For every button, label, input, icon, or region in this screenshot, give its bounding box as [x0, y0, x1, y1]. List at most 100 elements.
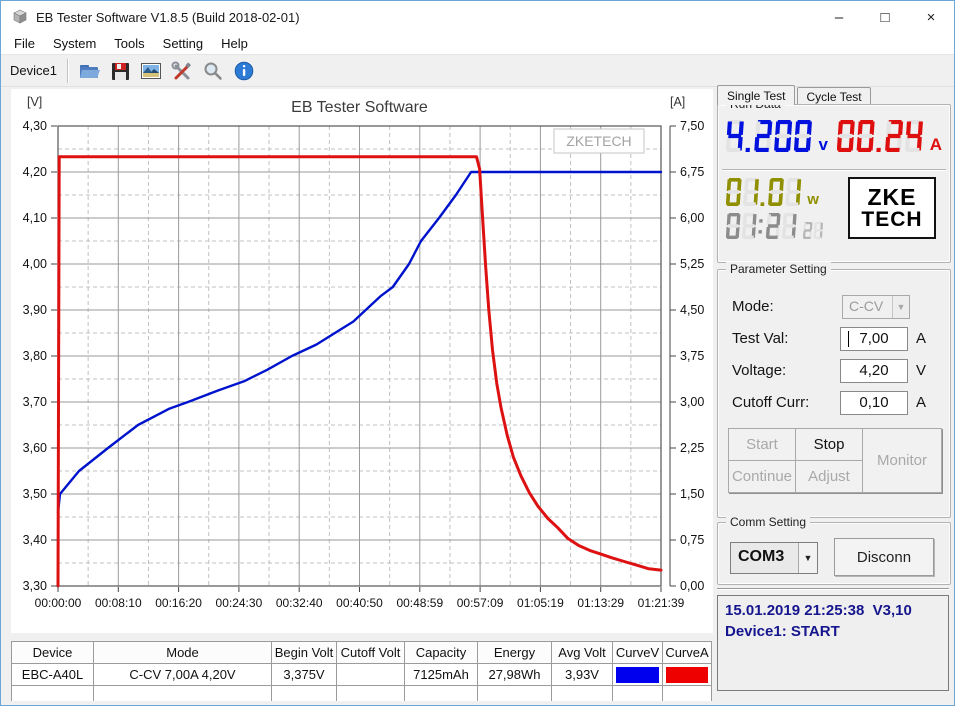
menu-item-help[interactable]: Help [212, 35, 257, 52]
column-header: Begin Volt [271, 641, 337, 664]
current-display: A [837, 120, 942, 153]
zketech-logo-line1: ZKE [867, 184, 917, 210]
svg-text:3,00: 3,00 [680, 395, 704, 409]
table-cell [662, 685, 712, 701]
control-buttons: Start Stop Continue Adjust Monitor [728, 428, 942, 493]
zketech-logo: ZKE TECH [848, 177, 936, 239]
comm-setting-group: Comm Setting COM3 ▼ Disconn [717, 515, 951, 585]
chart: ZKETECH 4,30 4,20 4,10 4,00 3,90 3,80 3,70 3,60 3… [23, 95, 705, 610]
menu-item-tools[interactable]: Tools [105, 35, 153, 52]
table-cell [336, 685, 405, 701]
table-cell [551, 685, 613, 701]
cutoff-curr-input[interactable]: 0,10 [840, 391, 908, 415]
test-val-label: Test Val: [732, 330, 789, 347]
table-cell [662, 663, 712, 686]
test-val-input[interactable]: 7,00 [840, 327, 908, 351]
svg-text:3,80: 3,80 [23, 349, 47, 363]
svg-text:00:40:50: 00:40:50 [336, 596, 383, 610]
svg-text:[V]: [V] [27, 95, 42, 109]
menu-bar: File System Tools Setting Help [1, 33, 954, 54]
table-cell: 27,98Wh [477, 663, 552, 686]
table-row[interactable]: EBC-A40L C-CV 7,00A 4,20V 3,375V 7125mAh 27,… [11, 663, 712, 686]
mode-value: C-CV [849, 298, 884, 314]
voltage-input[interactable]: 4,20 [840, 359, 908, 383]
svg-text:01:13:29: 01:13:29 [577, 596, 624, 610]
table-cell [612, 685, 663, 701]
menu-item-setting[interactable]: Setting [154, 35, 212, 52]
svg-text:01:21:39: 01:21:39 [638, 596, 685, 610]
svg-text:6,75: 6,75 [680, 165, 704, 179]
close-button[interactable]: × [908, 1, 954, 33]
table-cell [612, 663, 663, 686]
column-header: Energy [477, 641, 552, 664]
svg-text:4,20: 4,20 [23, 165, 47, 179]
table-header-row: Device Mode Begin Volt Cutoff Volt Capacity E… [11, 641, 712, 664]
minimize-button[interactable]: – [816, 1, 862, 33]
voltage-value: 4,20 [859, 362, 889, 379]
table-cell [404, 685, 478, 701]
column-header: Mode [93, 641, 272, 664]
disconnect-button[interactable]: Disconn [834, 538, 934, 576]
menu-item-file[interactable]: File [5, 35, 44, 52]
tools-icon[interactable] [170, 58, 195, 83]
svg-text:2,25: 2,25 [680, 441, 704, 455]
about-info-icon[interactable] [232, 58, 257, 83]
device-label[interactable]: Device1 [1, 63, 67, 78]
cutoff-curr-label: Cutoff Curr: [732, 394, 810, 411]
start-button[interactable]: Start [729, 429, 795, 460]
svg-text:00:16:20: 00:16:20 [155, 596, 202, 610]
parameter-setting-title: Parameter Setting [726, 262, 831, 276]
svg-text:00:32:40: 00:32:40 [276, 596, 323, 610]
svg-text:4,50: 4,50 [680, 303, 704, 317]
svg-text:[A]: [A] [670, 95, 685, 109]
svg-text:EB Tester Software: EB Tester Software [291, 99, 428, 116]
curve-a-swatch [666, 666, 708, 683]
text-caret [848, 331, 849, 347]
save-icon[interactable] [108, 58, 133, 83]
column-header: Cutoff Volt [336, 641, 405, 664]
svg-text:ZKETECH: ZKETECH [566, 133, 631, 149]
adjust-button[interactable]: Adjust [796, 461, 862, 492]
run-data-group: Run Data v A w ZKE TECH [717, 97, 951, 263]
table-row-empty [11, 685, 712, 701]
svg-text:3,70: 3,70 [23, 395, 47, 409]
continue-button[interactable]: Continue [729, 461, 795, 492]
maximize-button[interactable]: □ [862, 1, 908, 33]
voltage-display: v [726, 120, 828, 153]
svg-text:3,50: 3,50 [23, 487, 47, 501]
com-port-select[interactable]: COM3 ▼ [730, 542, 818, 574]
table-cell [271, 685, 337, 701]
tab-single-test[interactable]: Single Test [717, 85, 796, 105]
table-cell: 7125mAh [404, 663, 478, 686]
zoom-icon[interactable] [201, 58, 226, 83]
svg-text:3,75: 3,75 [680, 349, 704, 363]
svg-text:3,30: 3,30 [23, 579, 47, 593]
mode-row: Mode: C-CV ▼ [718, 295, 950, 319]
menu-item-system[interactable]: System [44, 35, 105, 52]
run-data-divider [722, 169, 946, 171]
table-cell [336, 663, 405, 686]
test-val-row: Test Val: 7,00 A [718, 327, 950, 351]
table-cell: 3,375V [271, 663, 337, 686]
cutoff-curr-unit: A [916, 394, 927, 411]
toolbar-separator [66, 58, 69, 83]
svg-text:00:08:10: 00:08:10 [95, 596, 142, 610]
stop-button[interactable]: Stop [796, 429, 862, 460]
column-header: Device [11, 641, 94, 664]
open-file-icon[interactable] [77, 58, 102, 83]
test-val-value: 7,00 [859, 330, 889, 347]
chevron-down-icon[interactable]: ▼ [798, 543, 817, 573]
mode-label: Mode: [732, 298, 774, 315]
svg-text:0,75: 0,75 [680, 533, 704, 547]
svg-text:3,60: 3,60 [23, 441, 47, 455]
svg-text:7,50: 7,50 [680, 119, 704, 133]
table-cell: C-CV 7,00A 4,20V [93, 663, 272, 686]
mode-select[interactable]: C-CV ▼ [842, 295, 910, 319]
chevron-down-icon[interactable]: ▼ [892, 296, 909, 318]
export-image-icon[interactable] [139, 58, 164, 83]
monitor-button[interactable]: Monitor [863, 429, 941, 492]
svg-text:00:00:00: 00:00:00 [35, 596, 82, 610]
column-header: Capacity [404, 641, 478, 664]
tab-cycle-test[interactable]: Cycle Test [797, 87, 871, 105]
right-panel-separator [717, 588, 949, 590]
